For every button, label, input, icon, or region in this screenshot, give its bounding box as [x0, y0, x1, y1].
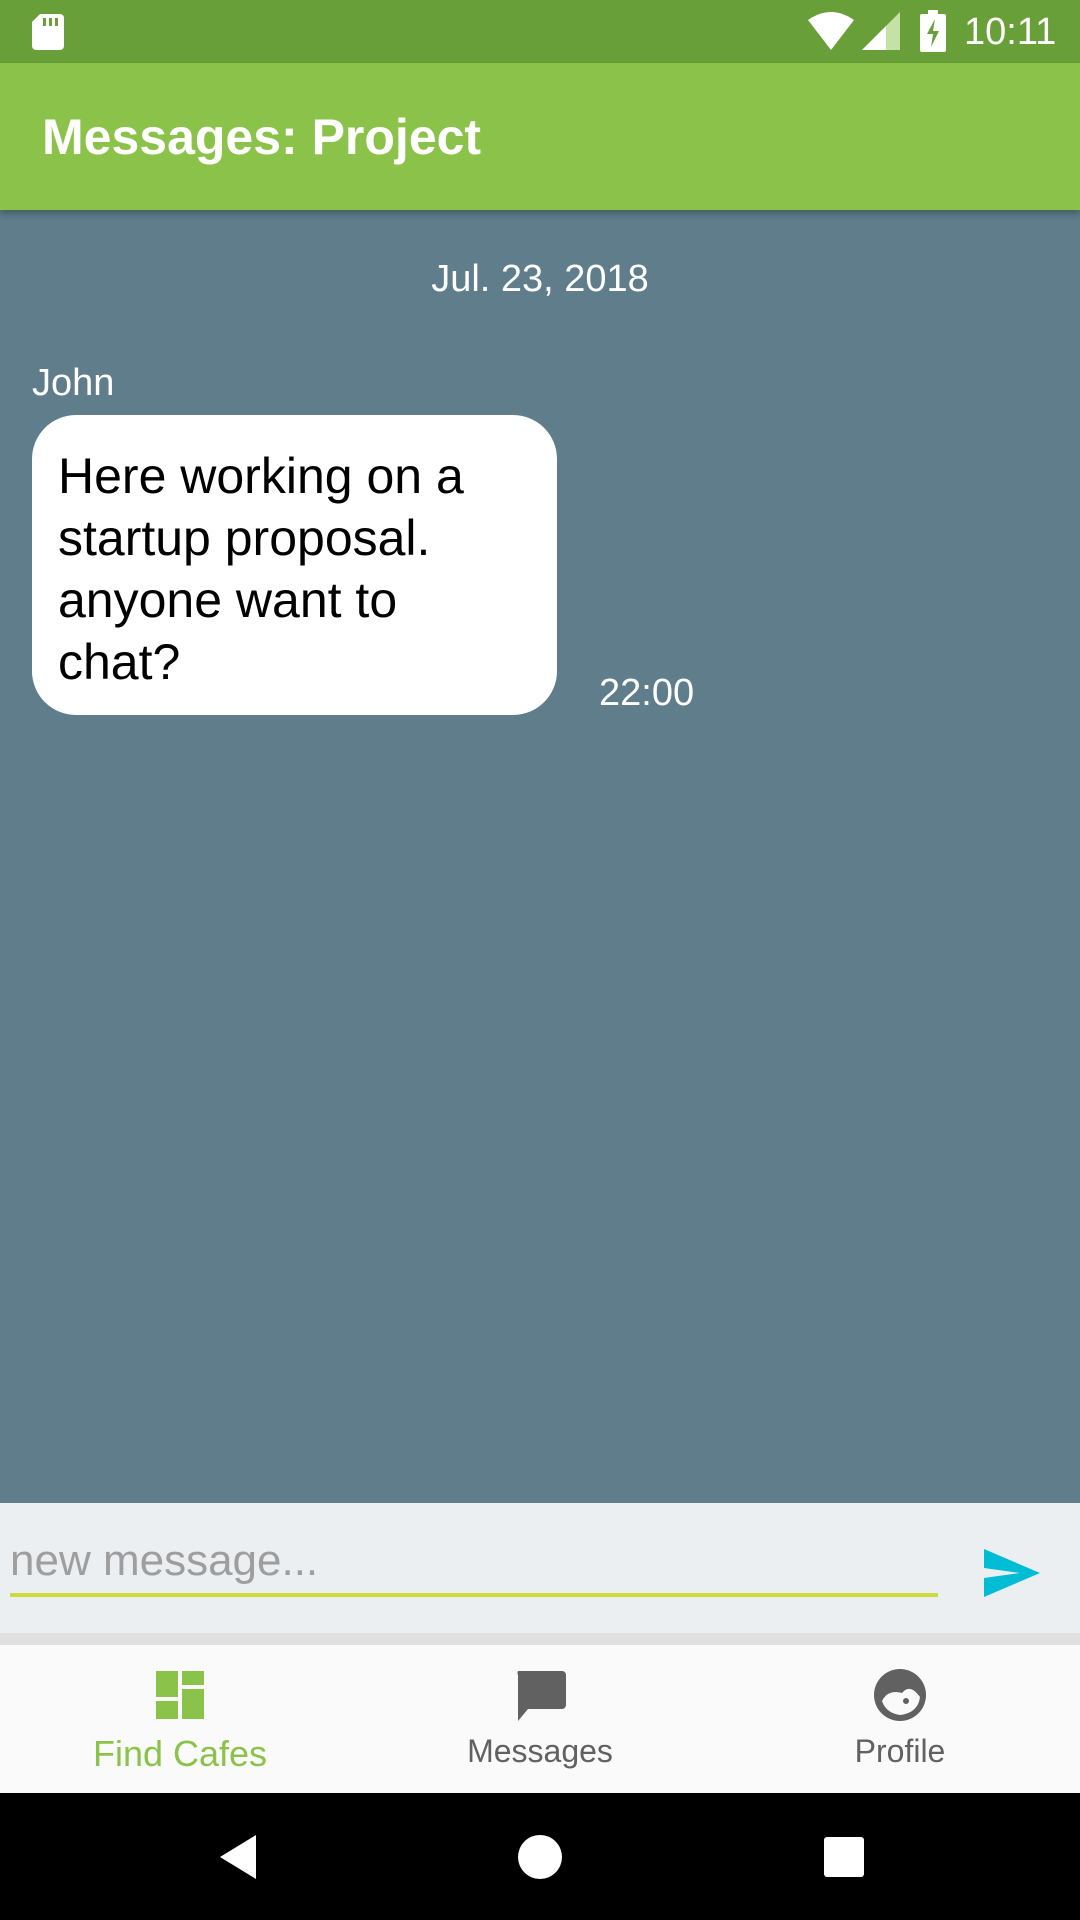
- home-icon[interactable]: [512, 1829, 568, 1885]
- system-nav-bar: [0, 1793, 1080, 1920]
- sd-card-icon: [32, 14, 64, 50]
- send-icon[interactable]: [982, 1543, 1042, 1603]
- status-bar: 10:11: [0, 0, 1080, 63]
- nav-label: Find Cafes: [92, 1733, 268, 1774]
- message-line: anyone want to: [58, 572, 398, 628]
- date-separator: Jul. 23, 2018: [431, 258, 649, 300]
- nav-item-find-cafes[interactable]: Find Cafes: [0, 1645, 360, 1793]
- message-sender: John: [32, 362, 115, 404]
- battery-charging-icon: [920, 10, 946, 52]
- chat-area[interactable]: Jul. 23, 2018 John Here working on a sta…: [0, 210, 1080, 1503]
- app-bar: Messages: Project: [0, 63, 1080, 210]
- page-title: Messages: Project: [42, 109, 482, 165]
- bottom-nav: Find Cafes Messages Profile: [0, 1645, 1080, 1793]
- message-input[interactable]: [10, 1529, 938, 1597]
- back-icon[interactable]: [214, 1829, 270, 1885]
- message-bubble[interactable]: Here working on a startup proposal. anyo…: [32, 415, 557, 715]
- message-line: Here working on a: [58, 448, 464, 504]
- divider: [0, 1633, 1080, 1645]
- nav-item-profile[interactable]: Profile: [720, 1645, 1080, 1793]
- nav-label: Messages: [467, 1733, 613, 1769]
- message-time: 22:00: [599, 672, 695, 714]
- message-line: chat?: [58, 634, 181, 690]
- chat-icon: [517, 1671, 566, 1721]
- nav-item-messages[interactable]: Messages: [360, 1645, 720, 1793]
- recents-icon[interactable]: [816, 1829, 872, 1885]
- status-time: 10:11: [964, 11, 1057, 53]
- composer: [0, 1503, 1080, 1633]
- message-line: startup proposal.: [58, 510, 431, 566]
- face-icon: [874, 1669, 926, 1721]
- nav-label: Profile: [854, 1733, 946, 1769]
- signal-icon: [862, 12, 900, 50]
- wifi-icon: [808, 12, 854, 50]
- dashboard-icon: [156, 1671, 204, 1719]
- app-screen: 10:11 Messages: Project Jul. 23, 2018 Jo…: [0, 0, 1080, 1920]
